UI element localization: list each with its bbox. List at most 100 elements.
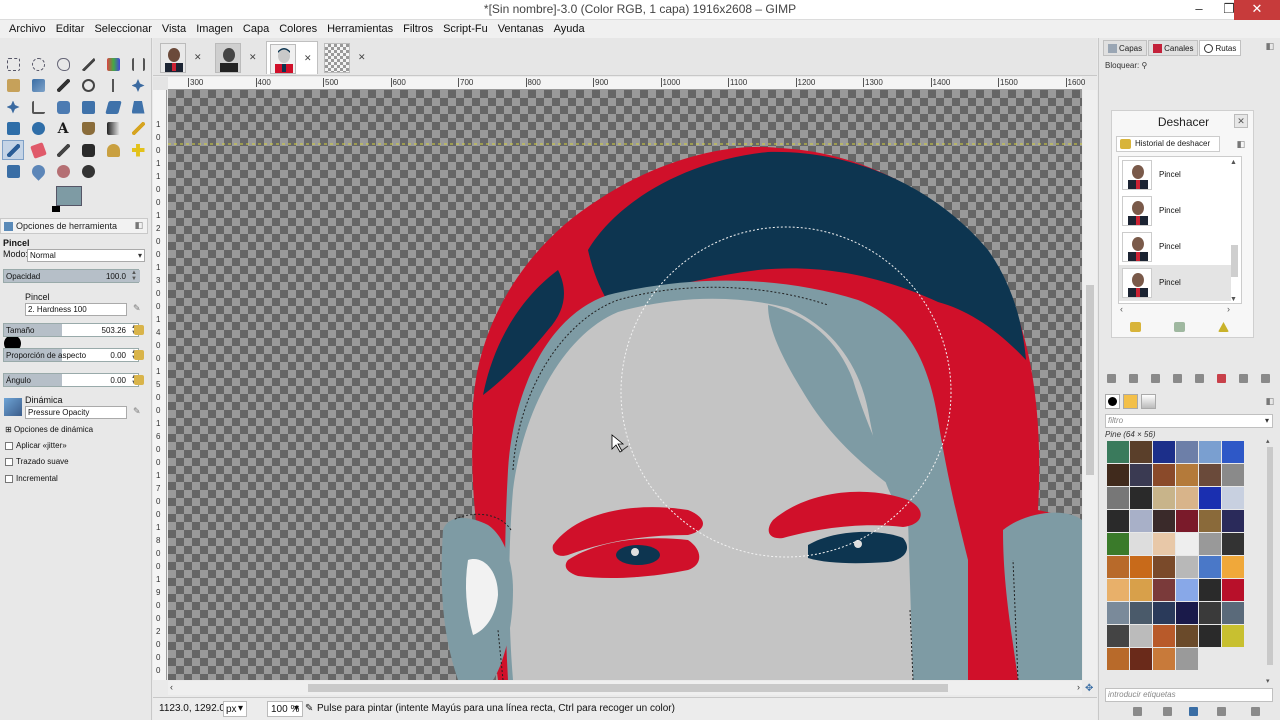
- pattern-swatch[interactable]: [1222, 556, 1244, 578]
- pattern-swatch[interactable]: [1130, 464, 1152, 486]
- scrollbar-thumb[interactable]: [1267, 447, 1273, 665]
- pattern-swatch[interactable]: [1153, 625, 1175, 647]
- close-tab-icon[interactable]: ✕: [358, 52, 366, 63]
- foreground-color-swatch[interactable]: [56, 186, 82, 206]
- delete-icon[interactable]: [1261, 374, 1270, 383]
- pattern-swatch[interactable]: [1107, 648, 1129, 670]
- pattern-swatch[interactable]: [1176, 648, 1198, 670]
- scroll-left-icon[interactable]: ‹: [170, 682, 173, 692]
- scroll-right-icon[interactable]: ›: [1227, 304, 1230, 314]
- rotate-tool[interactable]: [52, 97, 74, 117]
- image-tab-3[interactable]: ✕: [266, 41, 318, 74]
- pattern-swatch[interactable]: [1107, 533, 1129, 555]
- pattern-swatch[interactable]: [1130, 487, 1152, 509]
- refresh-icon[interactable]: [1189, 707, 1198, 716]
- menu-ayuda[interactable]: Ayuda: [549, 23, 590, 35]
- reset-angle-icon[interactable]: [134, 375, 144, 385]
- pattern-swatch[interactable]: [1199, 579, 1221, 601]
- ink-tool[interactable]: [77, 140, 99, 160]
- paintbrush-tool[interactable]: [2, 140, 24, 160]
- zoom-tool[interactable]: [77, 76, 99, 96]
- tab-menu-icon[interactable]: ◧: [1265, 41, 1274, 52]
- color-picker-tool[interactable]: [52, 76, 74, 96]
- menu-herramientas[interactable]: Herramientas: [322, 23, 398, 35]
- lasso-tool[interactable]: [52, 54, 74, 74]
- minimize-button[interactable]: –: [1184, 0, 1214, 20]
- zoom-combo[interactable]: 100 % ▾: [267, 701, 303, 717]
- pattern-swatch[interactable]: [1222, 579, 1244, 601]
- pattern-swatch[interactable]: [1153, 441, 1175, 463]
- blend-tool[interactable]: [102, 119, 124, 139]
- edit-dynamics-icon[interactable]: ✎: [133, 406, 141, 417]
- pattern-swatch[interactable]: [1130, 533, 1152, 555]
- pattern-swatch[interactable]: [1130, 556, 1152, 578]
- pattern-swatch[interactable]: [1199, 625, 1221, 647]
- pattern-swatch[interactable]: [1130, 602, 1152, 624]
- pencil-tool[interactable]: [127, 119, 149, 139]
- pattern-swatch[interactable]: [1107, 464, 1129, 486]
- dynamics-combo[interactable]: Pressure Opacity: [25, 406, 127, 419]
- undo-icon[interactable]: [1130, 322, 1141, 332]
- pattern-swatch[interactable]: [1107, 602, 1129, 624]
- aspect-slider[interactable]: Proporción de aspecto 0.00 ▲▼: [3, 348, 139, 362]
- color-select-tool[interactable]: [102, 54, 124, 74]
- pattern-swatch[interactable]: [1153, 556, 1175, 578]
- close-icon[interactable]: ✕: [1234, 114, 1248, 128]
- tab-gradients[interactable]: [1141, 394, 1156, 409]
- pattern-swatch[interactable]: [1222, 487, 1244, 509]
- duplicate-pattern-icon[interactable]: [1163, 707, 1172, 716]
- scroll-up-icon[interactable]: ▲: [1230, 159, 1237, 166]
- scrollbar-thumb[interactable]: [1086, 285, 1094, 475]
- brush-combo[interactable]: 2. Hardness 100: [25, 303, 127, 316]
- image-tab-4[interactable]: ✕: [321, 41, 373, 74]
- menu-imagen[interactable]: Imagen: [191, 23, 238, 35]
- airbrush-tool[interactable]: [52, 140, 74, 160]
- pattern-swatch[interactable]: [1130, 579, 1152, 601]
- pattern-swatch[interactable]: [1107, 510, 1129, 532]
- undo-item[interactable]: Pincel: [1119, 229, 1231, 265]
- pattern-swatch[interactable]: [1222, 533, 1244, 555]
- menu-editar[interactable]: Editar: [51, 23, 90, 35]
- edit-pattern-icon[interactable]: [1133, 707, 1142, 716]
- close-tab-icon[interactable]: ✕: [304, 53, 312, 64]
- close-button[interactable]: ✕: [1234, 0, 1280, 20]
- flip-tool[interactable]: [2, 119, 24, 139]
- tool-options-tab[interactable]: Opciones de herramienta ◧: [0, 218, 148, 234]
- smudge-tool[interactable]: [52, 162, 74, 182]
- menu-vista[interactable]: Vista: [157, 23, 191, 35]
- incremental-checkbox[interactable]: Incremental: [5, 474, 58, 483]
- pattern-swatch[interactable]: [1153, 648, 1175, 670]
- dynamics-options-expander[interactable]: ⊞ Opciones de dinámica: [5, 425, 93, 434]
- pattern-swatch[interactable]: [1199, 464, 1221, 486]
- pattern-scrollbar[interactable]: ▴ ▾: [1265, 438, 1275, 685]
- pattern-swatch[interactable]: [1153, 487, 1175, 509]
- selection-to-path-icon[interactable]: [1217, 374, 1226, 383]
- pattern-swatch[interactable]: [1222, 510, 1244, 532]
- reset-size-icon[interactable]: [134, 325, 144, 335]
- move-tool[interactable]: [127, 76, 149, 96]
- pattern-swatch[interactable]: [1153, 510, 1175, 532]
- pattern-swatch[interactable]: [1153, 602, 1175, 624]
- dodge-burn-tool[interactable]: [77, 162, 99, 182]
- pattern-swatch[interactable]: [1153, 533, 1175, 555]
- text-tool[interactable]: A: [52, 119, 74, 139]
- shear-tool[interactable]: [102, 97, 124, 117]
- menu-script-fu[interactable]: Script-Fu: [438, 23, 493, 35]
- eraser-tool[interactable]: [27, 140, 49, 160]
- scrollbar-thumb[interactable]: [1231, 245, 1238, 277]
- pattern-swatch[interactable]: [1199, 533, 1221, 555]
- pattern-swatch[interactable]: [1222, 441, 1244, 463]
- pattern-swatch[interactable]: [1222, 464, 1244, 486]
- ellipse-select-tool[interactable]: [27, 54, 49, 74]
- vertical-ruler[interactable]: 1 0 0 1 1 0 0 1 2 0 0 1 3 0 0 1 4 0 0 1 5 0 0 1 6 0 0 1 7 0 0 1 8 0 0 1 9 0 0 2…: [153, 90, 167, 680]
- pattern-swatch[interactable]: [1176, 464, 1198, 486]
- align-tool[interactable]: [2, 97, 24, 117]
- scale-tool[interactable]: [77, 97, 99, 117]
- scroll-right-icon[interactable]: ›: [1077, 682, 1080, 692]
- canvas-vertical-scrollbar[interactable]: [1083, 90, 1097, 680]
- pattern-swatch[interactable]: [1222, 625, 1244, 647]
- clone-tool[interactable]: [102, 140, 124, 160]
- pattern-swatch[interactable]: [1153, 464, 1175, 486]
- pattern-filter[interactable]: filtro ▾: [1105, 414, 1273, 428]
- tab-canales[interactable]: Canales: [1148, 40, 1199, 56]
